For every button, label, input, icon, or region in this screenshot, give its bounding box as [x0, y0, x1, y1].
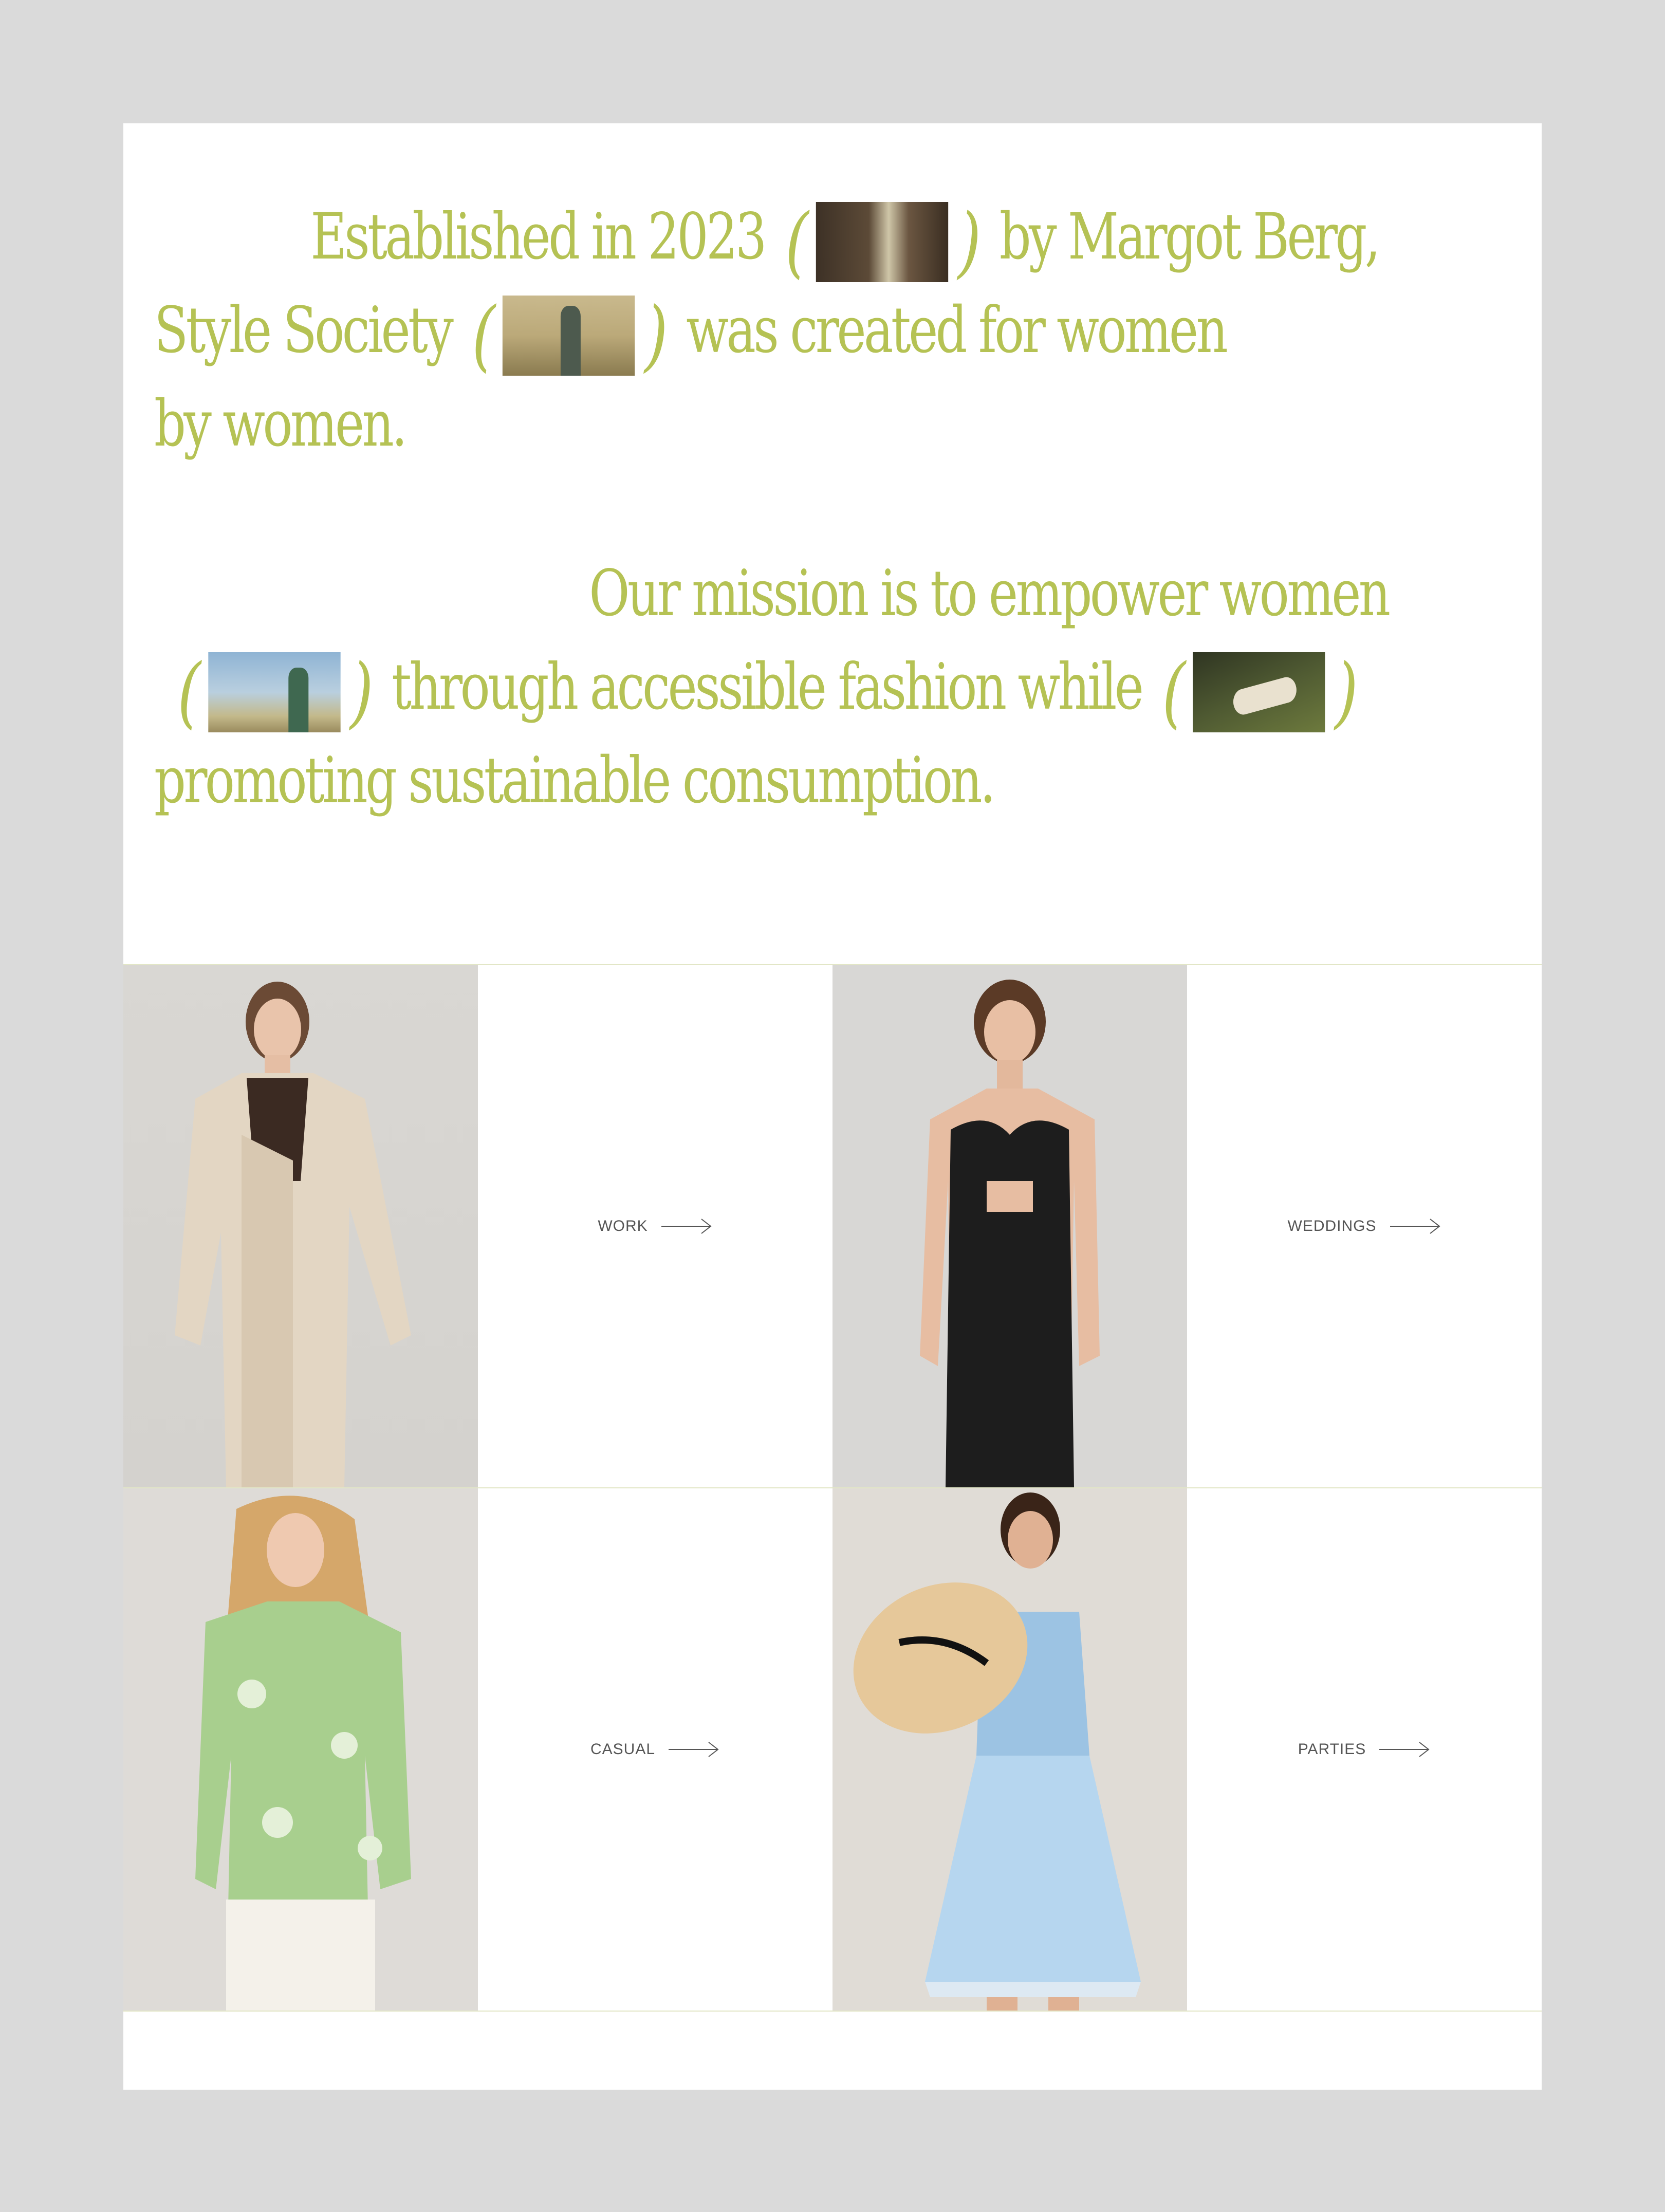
- intro-line-3: by women.: [154, 377, 1511, 471]
- paren-close: ): [350, 648, 374, 737]
- paren-open: (: [472, 291, 495, 380]
- thumb-photo-4: [1193, 652, 1325, 732]
- paren-close: ): [644, 291, 668, 380]
- casual-photo[interactable]: [123, 1487, 478, 2011]
- work-photo[interactable]: [123, 965, 478, 1487]
- category-weddings-link[interactable]: WEDDINGS: [1187, 965, 1542, 1487]
- thumb-photo-1: [816, 202, 948, 282]
- page-card: Established in 2023 () by Margot Berg, S…: [123, 123, 1542, 2090]
- intro-line-1-a: Established in 2023: [310, 200, 767, 274]
- arrow-right-icon: [661, 1219, 712, 1234]
- intro-line-6-text: promoting sustainable consumption.: [154, 744, 996, 818]
- category-work-label: WORK: [598, 1218, 648, 1234]
- category-parties-label: PARTIES: [1298, 1741, 1366, 1758]
- paren-open: (: [785, 197, 809, 287]
- category-grid: WORK WEDDINGS CASUAL PARTIES: [123, 964, 1542, 2012]
- paren-open: (: [1162, 648, 1186, 737]
- weddings-model-figure: [920, 980, 1100, 1487]
- arrow-right-icon: [1390, 1219, 1440, 1234]
- intro-line-5: () through accessible fashion while (): [154, 640, 1511, 734]
- intro-text: Established in 2023 () by Margot Berg, S…: [154, 190, 1511, 827]
- intro-line-6: promoting sustainable consumption.: [154, 734, 1511, 827]
- category-casual-label: CASUAL: [590, 1741, 656, 1758]
- paren-close: ): [957, 197, 982, 287]
- paren-close: ): [1335, 648, 1358, 737]
- intro-line-2: Style Society () was created for women: [154, 284, 1511, 377]
- parties-model-figure: [853, 1492, 1141, 2011]
- arrow-right-icon: [1379, 1742, 1430, 1757]
- arrow-right-icon: [669, 1742, 719, 1757]
- paren-open: (: [177, 648, 201, 737]
- casual-model-figure: [195, 1496, 411, 2011]
- intro-line-1-b: by Margot Berg,: [999, 200, 1381, 274]
- thumb-photo-2: [502, 296, 635, 376]
- work-model-figure: [175, 982, 411, 1487]
- category-parties-link[interactable]: PARTIES: [1187, 1487, 1542, 2011]
- intro-line-3-text: by women.: [154, 387, 408, 461]
- intro-line-2-a: Style Society: [154, 293, 454, 367]
- thumb-photo-3: [208, 652, 341, 732]
- parties-photo[interactable]: [832, 1487, 1187, 2011]
- category-casual-link[interactable]: CASUAL: [478, 1487, 832, 2011]
- intro-line-1: Established in 2023 () by Margot Berg,: [154, 190, 1511, 284]
- intro-line-5-a: through accessible fashion while: [392, 650, 1144, 724]
- weddings-photo[interactable]: [832, 965, 1187, 1487]
- category-weddings-label: WEDDINGS: [1287, 1218, 1377, 1234]
- intro-line-4: Our mission is to empower women: [154, 547, 1511, 640]
- category-work-link[interactable]: WORK: [478, 965, 832, 1487]
- intro-line-2-b: was created for women: [686, 293, 1228, 367]
- intro-line-4-text: Our mission is to empower women: [589, 557, 1391, 631]
